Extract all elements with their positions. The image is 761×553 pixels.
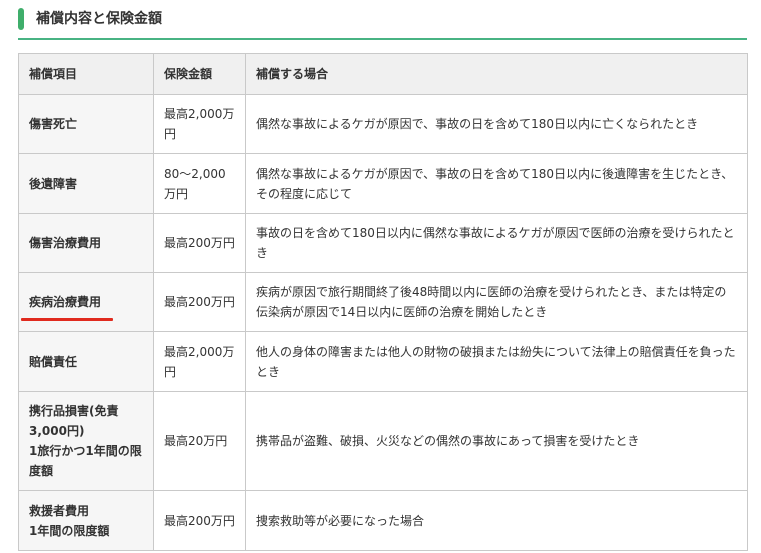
heading-accent-bar bbox=[18, 8, 24, 30]
row-amount: 最高200万円 bbox=[153, 272, 246, 332]
header-condition: 補償する場合 bbox=[245, 53, 748, 95]
row-item: 救援者費用 1年間の限度額 bbox=[18, 490, 154, 551]
header-amount: 保険金額 bbox=[153, 53, 246, 95]
row-condition: 捜索救助等が必要になった場合 bbox=[245, 490, 748, 551]
table-row: 傷害死亡 最高2,000万円 偶然な事故によるケガが原因で、事故の日を含めて18… bbox=[18, 94, 748, 154]
row-item: 携行品損害(免責3,000円) 1旅行かつ1年間の限度額 bbox=[18, 391, 154, 491]
row-condition: 疾病が原因で旅行期間終了後48時間以内に医師の治療を受けられたとき、または特定の… bbox=[245, 272, 748, 332]
row-item: 傷害治療費用 bbox=[18, 213, 154, 273]
header-item: 補償項目 bbox=[18, 53, 154, 95]
row-condition: 事故の日を含めて180日以内に偶然な事故によるケガが原因で医師の治療を受けられた… bbox=[245, 213, 748, 273]
coverage-table: 補償項目 保険金額 補償する場合 傷害死亡 最高2,000万円 偶然な事故による… bbox=[18, 53, 748, 551]
row-amount: 最高2,000万円 bbox=[153, 94, 246, 154]
table-row: 後遺障害 80〜2,000万円 偶然な事故によるケガが原因で、事故の日を含めて1… bbox=[18, 153, 748, 214]
section-title: 補償内容と保険金額 bbox=[36, 11, 162, 27]
table-row: 携行品損害(免責3,000円) 1旅行かつ1年間の限度額 最高20万円 携帯品が… bbox=[18, 391, 748, 491]
row-condition: 偶然な事故によるケガが原因で、事故の日を含めて180日以内に後遺障害を生じたとき… bbox=[245, 153, 748, 214]
row-item: 傷害死亡 bbox=[18, 94, 154, 154]
row-item: 賠償責任 bbox=[18, 331, 154, 392]
row-amount: 最高2,000万円 bbox=[153, 331, 246, 392]
table-header-row: 補償項目 保険金額 補償する場合 bbox=[18, 53, 748, 95]
table-row: 賠償責任 最高2,000万円 他人の身体の障害または他人の財物の破損または紛失に… bbox=[18, 331, 748, 392]
row-condition: 偶然な事故によるケガが原因で、事故の日を含めて180日以内に亡くなられたとき bbox=[245, 94, 748, 154]
row-item: 疾病治療費用 bbox=[18, 272, 154, 332]
table-row: 救援者費用 1年間の限度額 最高200万円 捜索救助等が必要になった場合 bbox=[18, 490, 748, 551]
highlighted-item: 疾病治療費用 bbox=[21, 292, 114, 321]
row-condition: 他人の身体の障害または他人の財物の破損または紛失について法律上の賠償責任を負った… bbox=[245, 331, 748, 392]
row-condition: 携帯品が盗難、破損、火災などの偶然の事故にあって損害を受けたとき bbox=[245, 391, 748, 491]
row-item: 後遺障害 bbox=[18, 153, 154, 214]
row-amount: 最高200万円 bbox=[153, 213, 246, 273]
table-row: 疾病治療費用 最高200万円 疾病が原因で旅行期間終了後48時間以内に医師の治療… bbox=[18, 272, 748, 332]
row-amount: 最高20万円 bbox=[153, 391, 246, 491]
red-underline-marker bbox=[21, 318, 114, 321]
table-row: 傷害治療費用 最高200万円 事故の日を含めて180日以内に偶然な事故によるケガ… bbox=[18, 213, 748, 273]
row-amount: 最高200万円 bbox=[153, 490, 246, 551]
row-amount: 80〜2,000万円 bbox=[153, 153, 246, 214]
section-header: 補償内容と保険金額 bbox=[18, 8, 747, 40]
